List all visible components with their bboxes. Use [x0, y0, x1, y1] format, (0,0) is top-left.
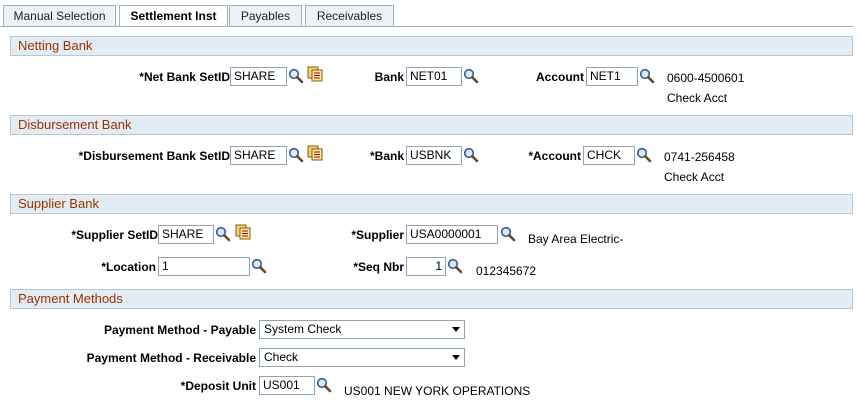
disb-account-label: *Account: [528, 149, 581, 163]
disb-account-desc: Check Acct: [664, 170, 725, 184]
chevron-down-icon: [452, 327, 460, 332]
payment-method-receivable-label: Payment Method - Receivable: [86, 351, 256, 365]
seq-nbr-desc: 012345672: [476, 264, 537, 278]
payment-method-payable-select[interactable]: System Check: [259, 320, 465, 339]
search-icon[interactable]: [288, 147, 304, 163]
netting-bank-header: Netting Bank: [10, 36, 853, 56]
payment-methods-header: Payment Methods: [10, 289, 853, 309]
search-icon[interactable]: [463, 147, 479, 163]
search-icon[interactable]: [463, 68, 479, 84]
search-icon[interactable]: [636, 147, 652, 163]
receivable-selected-value: Check: [264, 350, 299, 364]
payment-method-payable-label: Payment Method - Payable: [103, 323, 256, 337]
search-icon[interactable]: [215, 226, 231, 242]
supplier-name: Bay Area Electric-: [528, 232, 624, 246]
tab-label: Settlement Inst: [130, 9, 217, 23]
search-icon[interactable]: [288, 68, 304, 84]
supplier-input[interactable]: USA0000001: [406, 225, 498, 244]
tab-label: Receivables: [316, 9, 383, 23]
tab-label: Manual Selection: [13, 9, 106, 23]
tab-label: Payables: [240, 9, 291, 23]
disb-setid-input[interactable]: SHARE: [230, 146, 287, 165]
supplier-bank-header: Supplier Bank: [10, 194, 853, 214]
detail-icon[interactable]: [235, 224, 251, 240]
search-icon[interactable]: [251, 258, 267, 274]
net-bank-setid-label: *Net Bank SetID: [139, 70, 230, 84]
search-icon[interactable]: [447, 258, 463, 274]
payment-method-receivable-select[interactable]: Check: [259, 348, 465, 367]
net-account-label: Account: [536, 70, 584, 84]
chevron-down-icon: [452, 355, 460, 360]
net-account-number: 0600-4500601: [667, 71, 745, 85]
disb-setid-label: *Disbursement Bank SetID: [78, 149, 230, 163]
disbursement-bank-header: Disbursement Bank: [10, 115, 853, 135]
payable-selected-value: System Check: [264, 322, 342, 336]
net-account-desc: Check Acct: [667, 91, 728, 105]
deposit-unit-label: *Deposit Unit: [180, 379, 256, 393]
supplier-setid-label: *Supplier SetID: [71, 228, 158, 242]
tab-divider: [0, 26, 853, 27]
tab-manual-selection[interactable]: Manual Selection: [3, 5, 116, 26]
location-input[interactable]: 1: [158, 257, 250, 276]
disb-bank-label: *Bank: [369, 149, 404, 163]
net-bank-input[interactable]: NET01: [406, 67, 462, 86]
disb-account-number: 0741-256458: [664, 150, 735, 164]
disb-bank-input[interactable]: USBNK: [406, 146, 462, 165]
detail-icon[interactable]: [307, 145, 323, 161]
search-icon[interactable]: [639, 68, 655, 84]
deposit-unit-input[interactable]: US001: [259, 376, 315, 395]
detail-icon[interactable]: [307, 66, 323, 82]
tab-payables[interactable]: Payables: [229, 5, 302, 26]
location-label: *Location: [101, 260, 156, 274]
search-icon[interactable]: [316, 377, 332, 393]
tab-settlement-inst[interactable]: Settlement Inst: [119, 5, 228, 27]
seq-nbr-label: *Seq Nbr: [353, 260, 404, 274]
seq-nbr-input[interactable]: 1: [406, 257, 446, 276]
deposit-unit-desc: US001 NEW YORK OPERATIONS: [344, 384, 531, 398]
disb-account-input[interactable]: CHCK: [583, 146, 635, 165]
net-bank-setid-input[interactable]: SHARE: [230, 67, 287, 86]
tab-receivables[interactable]: Receivables: [305, 5, 394, 26]
supplier-label: *Supplier: [351, 228, 404, 242]
search-icon[interactable]: [500, 226, 516, 242]
net-bank-label: Bank: [374, 70, 404, 84]
supplier-setid-input[interactable]: SHARE: [158, 225, 214, 244]
net-account-input[interactable]: NET1: [586, 67, 638, 86]
